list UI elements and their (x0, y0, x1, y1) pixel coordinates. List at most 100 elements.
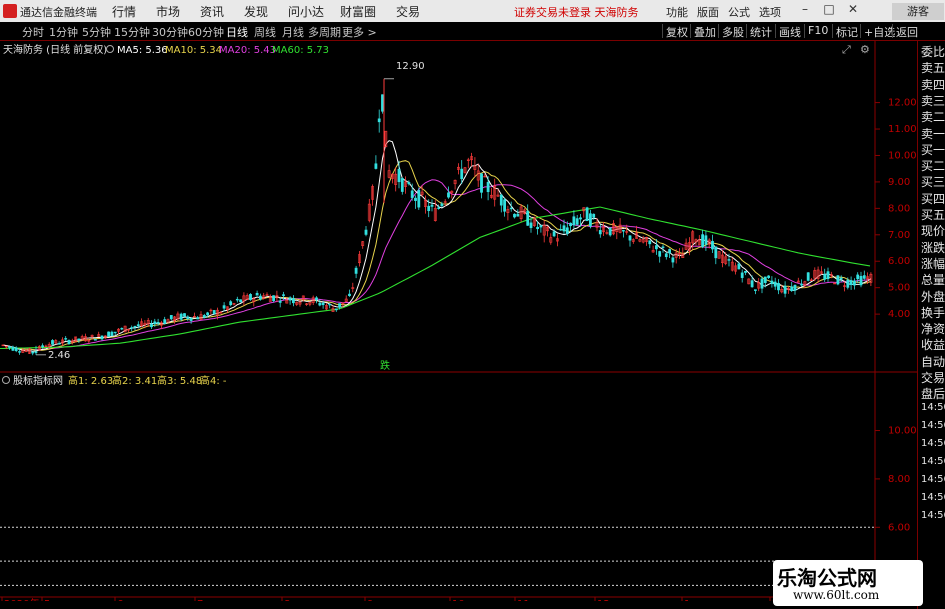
period-tab-weekly[interactable]: 周线 (254, 24, 276, 40)
candle-body (315, 297, 318, 301)
candle-body (51, 340, 54, 345)
sidebar-item[interactable]: 卖四 (921, 76, 945, 93)
sidebar-item[interactable]: 买四 (921, 190, 945, 207)
adjust-button[interactable]: 复权 (662, 24, 688, 39)
sidebar-item[interactable]: 买一 (921, 141, 945, 158)
candle-body (856, 274, 860, 280)
sidebar-time: 14:56 (921, 437, 945, 449)
overlay-button[interactable]: 叠加 (690, 24, 716, 39)
sidebar-item[interactable]: 委比 (921, 43, 945, 60)
menu-options[interactable]: 选项 (759, 4, 781, 20)
sidebar-item[interactable]: 卖五 (921, 59, 945, 76)
period-tab-more[interactable]: 更多 > (342, 24, 377, 40)
candle-body (354, 267, 358, 274)
menu-trade[interactable]: 交易 (396, 3, 420, 20)
options-icon[interactable]: ⚙ (860, 43, 870, 56)
sidebar-item[interactable]: 卖二 (921, 108, 945, 125)
sidebar-time: 14:56 (921, 473, 945, 485)
quote-sidebar: 委比 卖五 卖四 卖三 卖二 卖一 买一 买二 买三 买四 买五 现价 涨跌 涨幅 总量 外盘 换手 净资 收益 自动… (917, 41, 945, 609)
sidebar-item[interactable]: 总量 (921, 271, 945, 288)
candle-body (381, 94, 384, 112)
period-tab-1min[interactable]: 1分钟 (49, 24, 78, 40)
stats-button[interactable]: 统计 (746, 24, 772, 39)
candle-body (849, 280, 853, 286)
ma20-label: MA20: 5.43 (219, 45, 276, 56)
menu-formula[interactable]: 公式 (728, 4, 750, 20)
candle-body (291, 298, 295, 304)
sidebar-item[interactable]: 买五 (921, 206, 945, 223)
menu-market[interactable]: 市场 (156, 3, 180, 20)
period-tab-60min[interactable]: 60分钟 (188, 24, 224, 40)
sidebar-item[interactable]: 自动 (921, 353, 945, 370)
candle-body (588, 213, 592, 227)
candle-body (364, 229, 368, 235)
period-tab-intraday[interactable]: 分时 (22, 24, 44, 40)
close-icon[interactable]: ✕ (846, 2, 860, 18)
sidebar-item[interactable]: 净资 (921, 320, 945, 337)
sidebar-item[interactable]: 外盘 (921, 288, 945, 305)
period-tab-daily[interactable]: 日线 (226, 24, 248, 40)
candle-body (671, 257, 675, 263)
time-tick-label: 8 (284, 599, 290, 601)
draw-button[interactable]: 画线 (775, 24, 801, 39)
sidebar-item[interactable]: 交易 (921, 369, 945, 386)
sidebar-item[interactable]: 卖一 (921, 125, 945, 142)
menu-discover[interactable]: 发现 (244, 3, 268, 20)
sidebar-item[interactable]: 盘后 (921, 385, 945, 402)
sidebar-item[interactable]: 换手 (921, 304, 945, 321)
mark-button[interactable]: 标记 (832, 24, 858, 39)
candle-body (826, 271, 830, 280)
candle-body (585, 207, 589, 222)
indicator-settings-icon[interactable] (2, 376, 10, 384)
sidebar-item[interactable]: 卖三 (921, 92, 945, 109)
guest-button[interactable]: 游客 (892, 3, 944, 20)
period-tab-monthly[interactable]: 月线 (282, 24, 304, 40)
period-tab-15min[interactable]: 15分钟 (114, 24, 150, 40)
period-tab-30min[interactable]: 30分钟 (152, 24, 188, 40)
price-tick-label: 11.00 (888, 124, 917, 135)
candle-body (773, 281, 777, 287)
candle-body (94, 339, 97, 341)
sidebar-item[interactable]: 涨跌 (921, 239, 945, 256)
period-tab-multi[interactable]: 多周期 (308, 24, 341, 40)
menu-quotes[interactable]: 行情 (112, 3, 136, 20)
settings-dot-icon[interactable] (106, 45, 114, 53)
sidebar-item[interactable]: 涨幅 (921, 255, 945, 272)
menu-assistant[interactable]: 问小达 (288, 3, 324, 20)
candle-body (110, 331, 114, 337)
sidebar-item[interactable]: 现价 (921, 222, 945, 239)
watermark-title: 乐淘公式网 (777, 566, 877, 590)
menu-functions[interactable]: 功能 (666, 4, 688, 20)
sidebar-item[interactable]: 买二 (921, 157, 945, 174)
maximize-icon[interactable]: □ (822, 2, 836, 18)
candle-body (750, 280, 754, 288)
candle-body (790, 286, 794, 291)
kline-chart[interactable]: 天海防务 (日线 前复权) MA5: 5.36 MA10: 5.34 MA20:… (0, 41, 917, 601)
minimize-icon[interactable]: – (798, 2, 812, 18)
back-button[interactable]: 返回 (892, 24, 918, 39)
menu-news[interactable]: 资讯 (200, 3, 224, 20)
candle-body (565, 227, 569, 234)
candle-body (658, 251, 662, 257)
expand-icon[interactable]: ⤢ (842, 43, 851, 56)
candle-body (321, 302, 325, 306)
period-tab-5min[interactable]: 5分钟 (82, 24, 111, 40)
candle-body (338, 303, 342, 308)
sidebar-item[interactable]: 收益 (921, 336, 945, 353)
candle-body (714, 246, 718, 259)
watermark-url: www.60lt.com (793, 588, 880, 602)
time-tick-label: 11 (517, 599, 530, 601)
multi-stock-button[interactable]: 多股 (718, 24, 744, 39)
candle-body (447, 192, 450, 198)
login-warning[interactable]: 证券交易未登录 天海防务 (514, 4, 639, 20)
add-watchlist-button[interactable]: +自选 (860, 24, 895, 39)
sidebar-item[interactable]: 买三 (921, 173, 945, 190)
price-tick-label: 8.00 (888, 203, 910, 214)
candle-body (189, 317, 193, 321)
candle-body (480, 173, 483, 193)
menu-layout[interactable]: 版面 (697, 4, 719, 20)
candle-body (598, 230, 602, 235)
f10-button[interactable]: F10 (804, 24, 828, 38)
menu-wealth[interactable]: 财富圈 (340, 3, 376, 20)
indicator-h3: 高3: 5.48 (157, 374, 202, 387)
